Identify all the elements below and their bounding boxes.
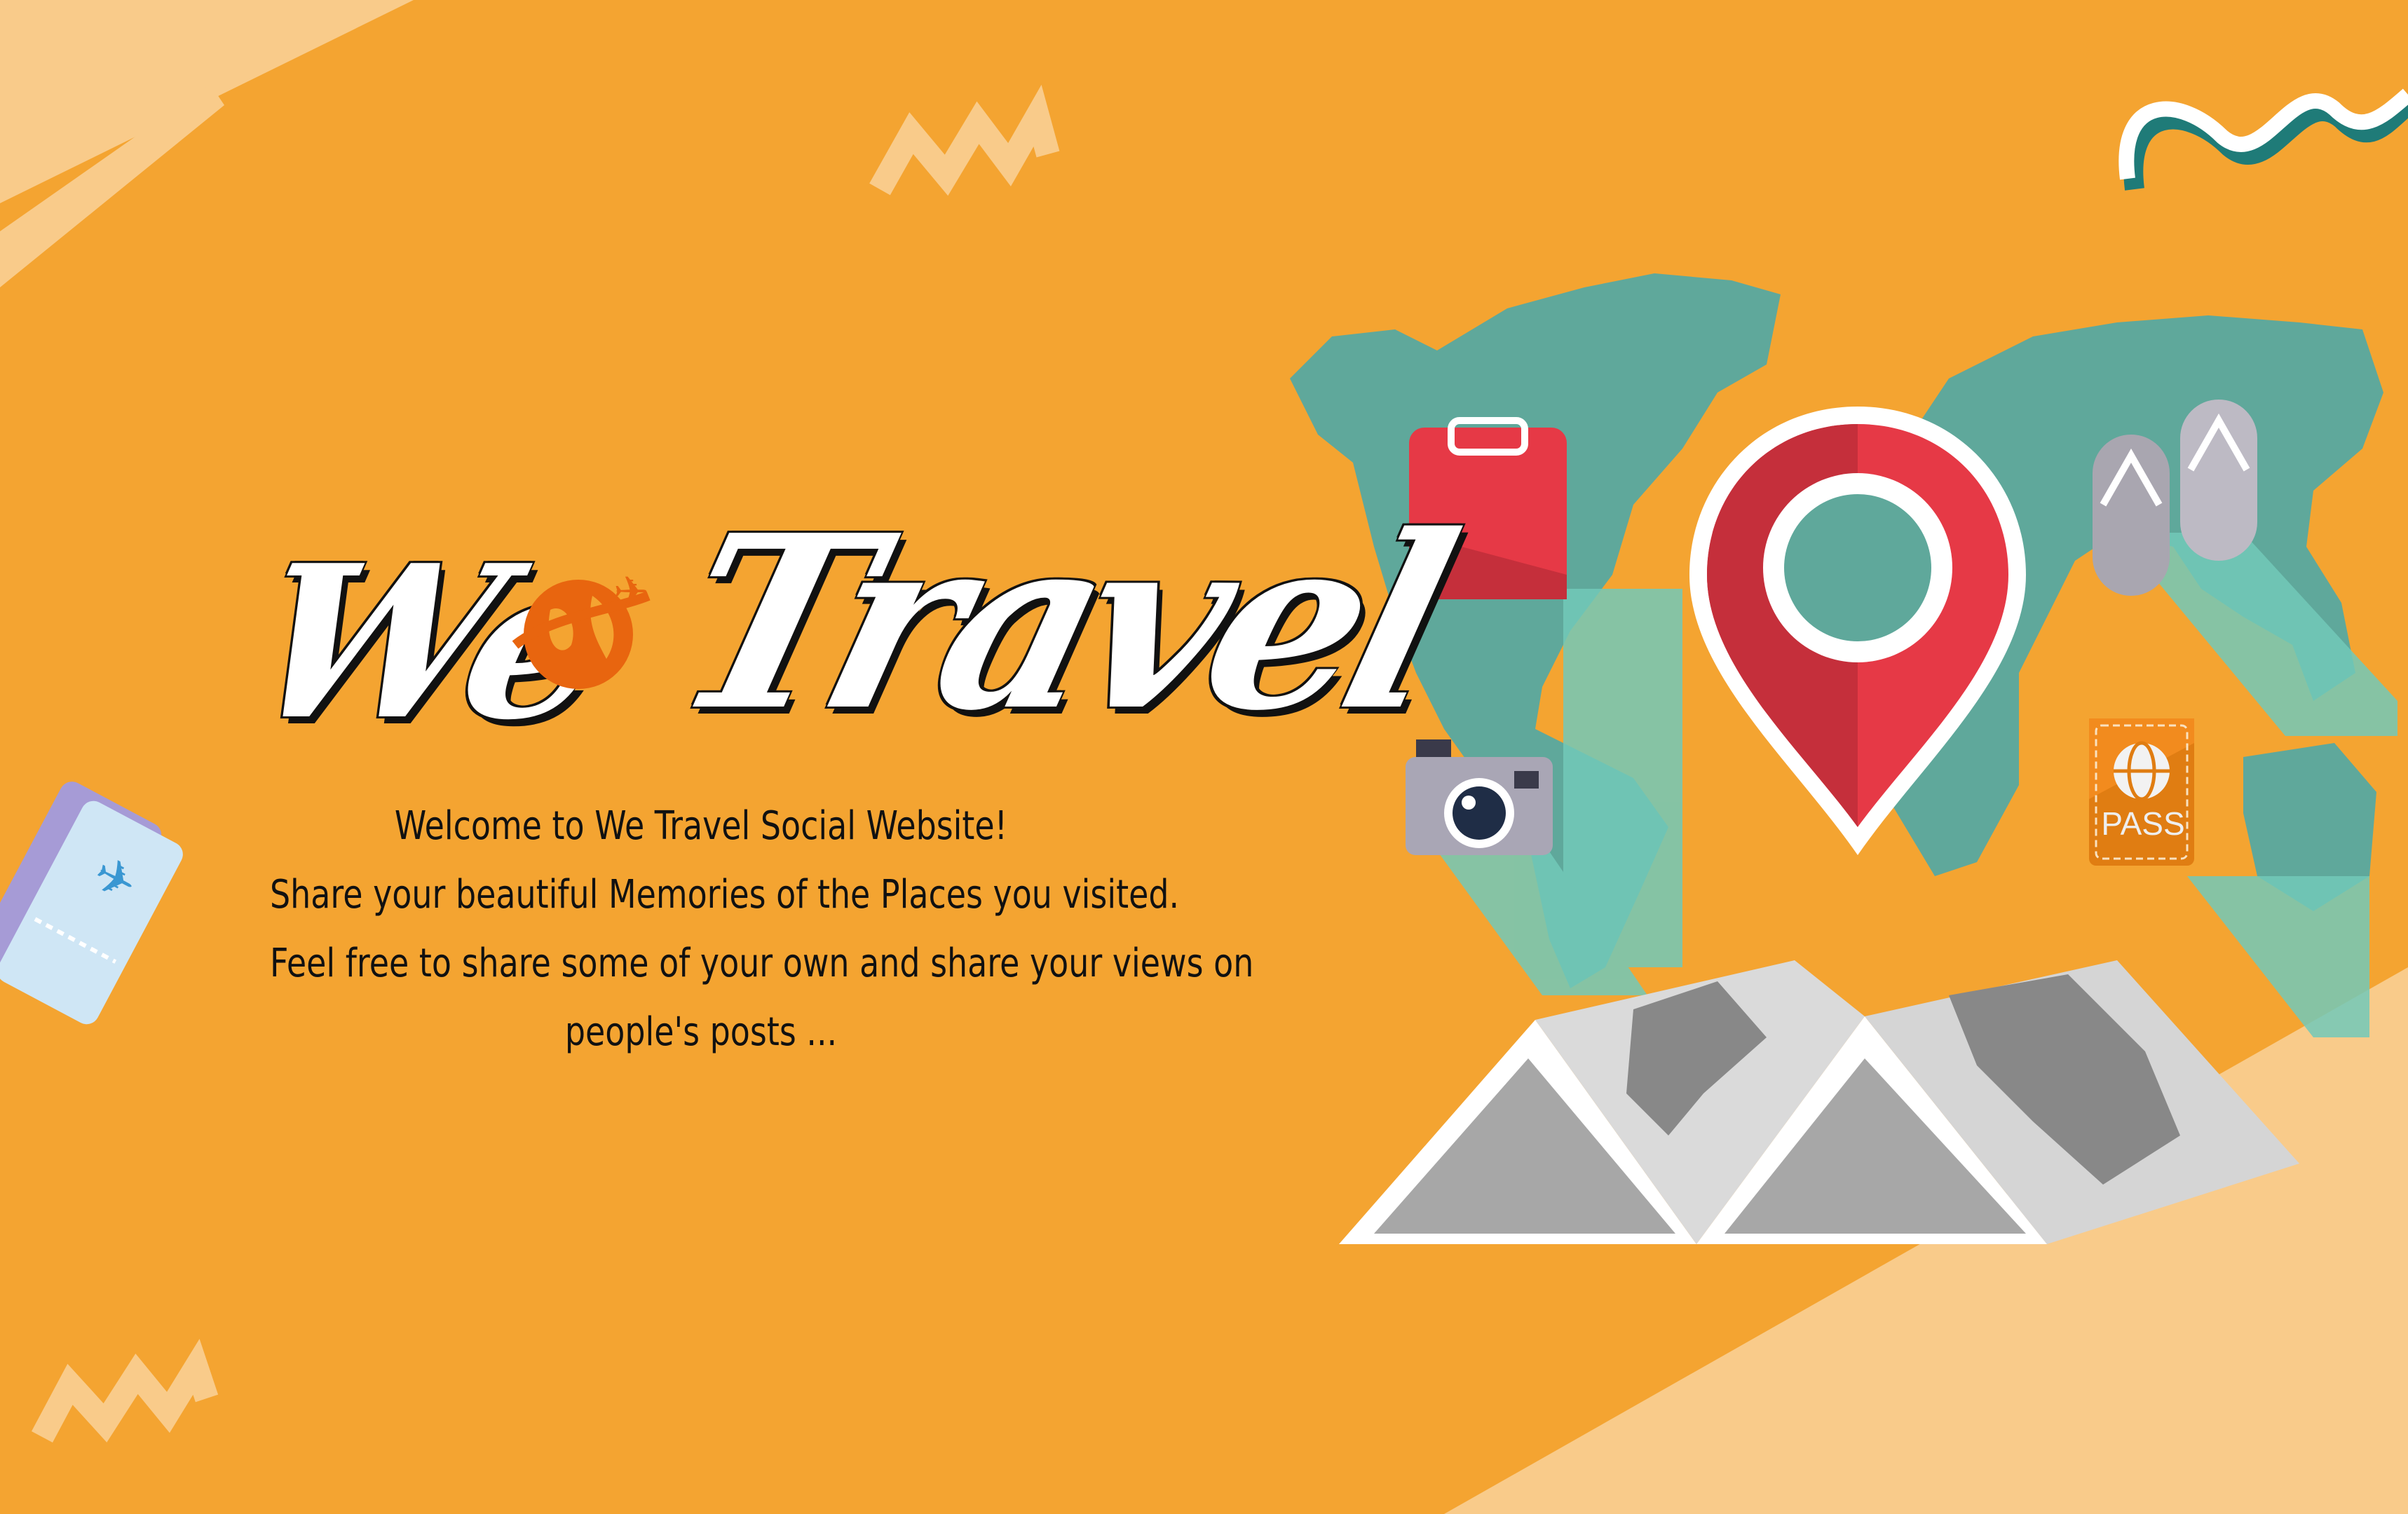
brush-stripes-top-left (0, 0, 414, 287)
intro-line-feel-free: Feel free to share some of your own and … (270, 941, 1254, 986)
folded-map-icon (1339, 960, 2299, 1244)
we-travel-logo: We ✈ Travel (229, 456, 1467, 778)
svg-text:✈: ✈ (613, 568, 648, 617)
intro-line-share: Share your beautiful Memories of the Pla… (270, 872, 1180, 918)
globe-plane-icon: ✈ (512, 568, 651, 689)
welcome-intro: Welcome to We Travel Social Website! Sha… (270, 792, 1254, 1067)
logo-text-travel: Travel (652, 484, 1467, 763)
passport-icon (2089, 718, 2194, 866)
zigzag-decoration-top (869, 84, 1060, 196)
intro-line-welcome: Welcome to We Travel Social Website! (394, 803, 1008, 849)
intro-line-posts: people's posts ... (564, 1009, 838, 1055)
zigzag-decoration-bottom (32, 1339, 219, 1443)
passport-label: PASS (2101, 805, 2185, 842)
plane-tickets-icon: ✈ (0, 782, 183, 1025)
